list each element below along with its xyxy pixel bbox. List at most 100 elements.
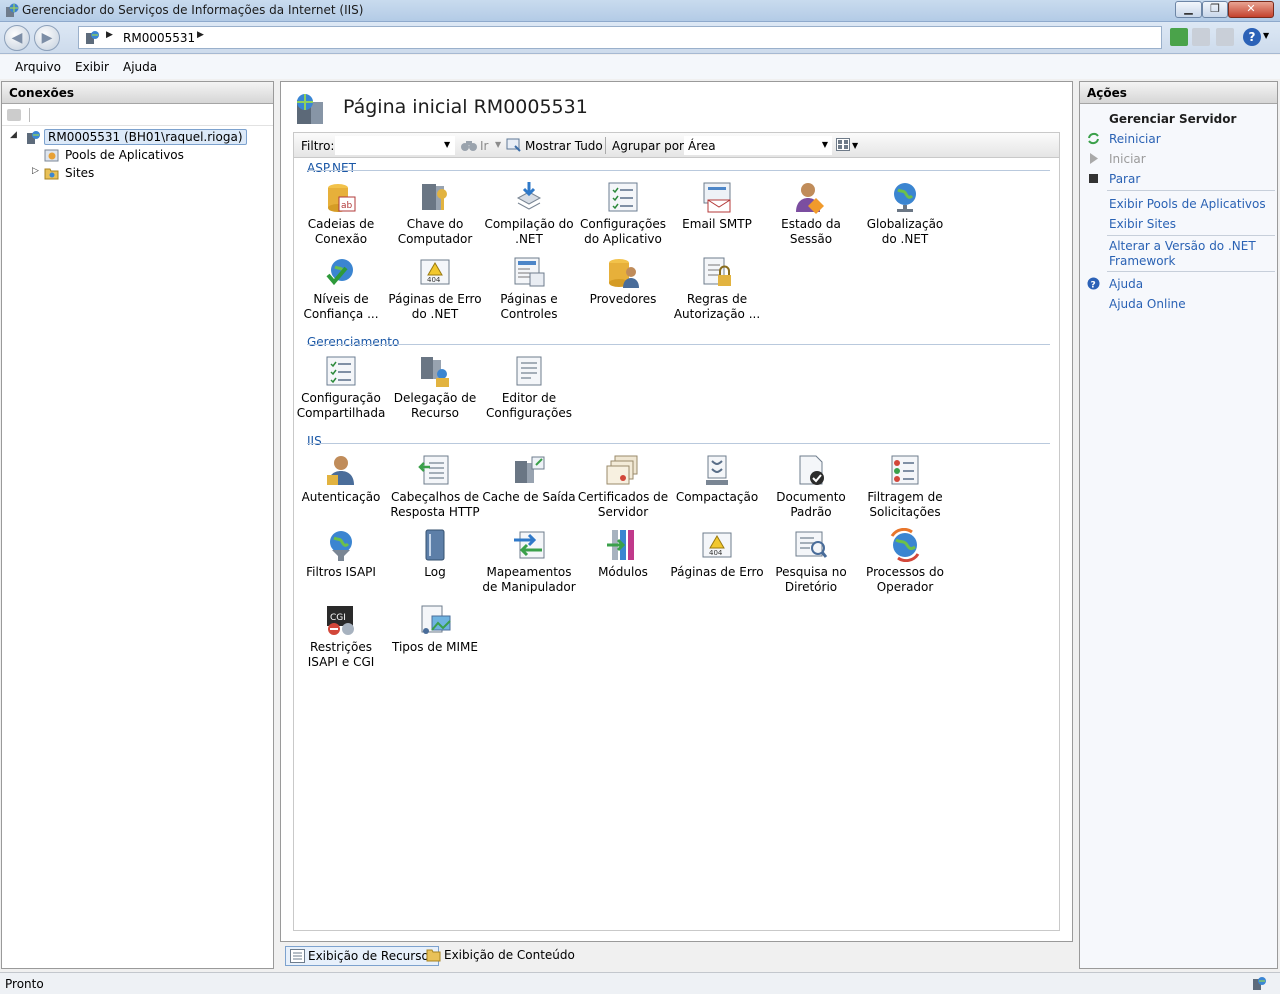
feature-modules[interactable]: Módulos bbox=[576, 528, 670, 580]
group-header-management[interactable]: Gerenciamento bbox=[307, 335, 399, 349]
connect-icon[interactable] bbox=[7, 109, 21, 121]
actions-divider bbox=[1107, 271, 1275, 272]
group-divider bbox=[307, 170, 1050, 171]
feature-smtp-email[interactable]: Email SMTP bbox=[670, 180, 764, 232]
feature-label: Globalização do .NET bbox=[866, 217, 944, 246]
help-online-action[interactable]: Ajuda Online bbox=[1109, 297, 1186, 311]
breadcrumb-separator-icon[interactable]: ▶ bbox=[197, 30, 204, 40]
feature-http-response-headers[interactable]: Cabeçalhos de Resposta HTTP bbox=[388, 453, 482, 520]
feature-label: Configuração Compartilhada bbox=[296, 391, 386, 420]
mime-types-icon bbox=[421, 605, 451, 634]
feature-label: Filtragem de Solicitações bbox=[867, 490, 943, 519]
stop-icon[interactable] bbox=[1192, 28, 1210, 46]
back-button[interactable]: ◀ bbox=[4, 25, 30, 51]
tab-features-view[interactable]: Exibição de Recursos bbox=[285, 946, 440, 966]
feature-logging[interactable]: Log bbox=[388, 528, 482, 580]
content-view-icon bbox=[426, 949, 441, 962]
feature-app-settings[interactable]: Configurações do Aplicativo bbox=[576, 180, 670, 247]
chevron-down-icon[interactable]: ▼ bbox=[822, 140, 828, 149]
feature-mime-types[interactable]: Tipos de MIME bbox=[388, 603, 482, 655]
feature-config-editor[interactable]: Editor de Configurações bbox=[482, 354, 576, 421]
feature-label: Cabeçalhos de Resposta HTTP bbox=[390, 490, 480, 519]
expand-icon[interactable]: ▷ bbox=[32, 166, 39, 176]
chevron-down-icon[interactable]: ▼ bbox=[444, 140, 450, 149]
feature-net-error-pages[interactable]: 404 Páginas de Erro do .NET bbox=[388, 255, 482, 322]
feature-worker-processes[interactable]: Processos do Operador bbox=[858, 528, 952, 595]
tree-item-server[interactable]: ◢ RM0005531 (BH01\raquel.rioga) bbox=[10, 129, 247, 147]
restart-action[interactable]: Reiniciar bbox=[1109, 132, 1161, 146]
tab-content-view[interactable]: Exibição de Conteúdo bbox=[422, 946, 578, 966]
feature-trust-levels[interactable]: Níveis de Confiança ... bbox=[294, 255, 388, 322]
feature-label: Compilação do .NET bbox=[484, 217, 574, 246]
svg-text:CGI: CGI bbox=[330, 613, 346, 623]
feature-compression[interactable]: Compactação bbox=[670, 453, 764, 505]
feature-authorization-rules[interactable]: Regras de Autorização ... bbox=[670, 255, 764, 322]
breadcrumb-separator-icon[interactable]: ▶ bbox=[106, 30, 113, 40]
chevron-down-icon[interactable]: ▼ bbox=[495, 140, 501, 149]
show-all-button[interactable]: Mostrar Tudo bbox=[525, 139, 603, 153]
feature-connection-strings[interactable]: ab Cadeias de Conexão bbox=[294, 180, 388, 247]
feature-net-compilation[interactable]: Compilação do .NET bbox=[482, 180, 576, 247]
home-icon[interactable] bbox=[1216, 28, 1234, 46]
view-app-pools-action[interactable]: Exibir Pools de Aplicativos bbox=[1109, 197, 1266, 211]
actions-divider bbox=[1107, 235, 1275, 236]
menu-ajuda[interactable]: Ajuda bbox=[123, 60, 157, 74]
view-sites-action[interactable]: Exibir Sites bbox=[1109, 217, 1176, 231]
compression-icon bbox=[706, 455, 728, 485]
tree-label-sites[interactable]: Sites bbox=[65, 166, 94, 180]
chevron-down-icon[interactable]: ▼ bbox=[852, 141, 858, 150]
feature-delegation[interactable]: Delegação de Recurso bbox=[388, 354, 482, 421]
app-pools-icon bbox=[44, 149, 59, 162]
change-net-version-action[interactable]: Alterar a Versão do .NET Framework bbox=[1109, 239, 1259, 269]
feature-net-globalization[interactable]: Globalização do .NET bbox=[858, 180, 952, 247]
close-button[interactable]: ✕ bbox=[1228, 1, 1274, 18]
feature-label: Certificados de Servidor bbox=[577, 490, 669, 519]
group-header-iis[interactable]: IIS bbox=[307, 434, 322, 448]
address-field[interactable]: ▶ RM0005531 ▶ bbox=[78, 26, 1162, 49]
feature-server-certificates[interactable]: Certificados de Servidor bbox=[576, 453, 670, 520]
feature-isapi-cgi-restrictions[interactable]: CGI Restrições ISAPI e CGI bbox=[294, 603, 388, 670]
menu-exibir[interactable]: Exibir bbox=[75, 60, 109, 74]
feature-default-document[interactable]: Documento Padrão bbox=[764, 453, 858, 520]
start-action[interactable]: Iniciar bbox=[1109, 152, 1146, 166]
go-button[interactable]: Ir bbox=[480, 139, 488, 153]
collapse-icon[interactable]: ◢ bbox=[10, 130, 17, 140]
menu-arquivo[interactable]: Arquivo bbox=[15, 60, 61, 74]
feature-label: Páginas de Erro bbox=[670, 565, 764, 579]
group-header-aspnet[interactable]: ASP.NET bbox=[307, 161, 356, 175]
feature-shared-config[interactable]: Configuração Compartilhada bbox=[294, 354, 388, 421]
minimize-button[interactable]: ▁ bbox=[1175, 1, 1202, 18]
feature-request-filtering[interactable]: Filtragem de Solicitações bbox=[858, 453, 952, 520]
stop-action[interactable]: Parar bbox=[1109, 172, 1140, 186]
feature-directory-browsing[interactable]: Pesquisa no Diretório bbox=[764, 528, 858, 595]
menu-bar: Arquivo Exibir Ajuda bbox=[0, 55, 1280, 79]
refresh-icon[interactable] bbox=[1170, 28, 1188, 46]
filter-input[interactable] bbox=[335, 136, 455, 155]
iis-manager-icon bbox=[6, 3, 19, 17]
feature-providers[interactable]: Provedores bbox=[576, 255, 670, 307]
help-action[interactable]: Ajuda bbox=[1109, 277, 1143, 291]
feature-session-state[interactable]: Estado da Sessão bbox=[764, 180, 858, 247]
feature-machine-key[interactable]: Chave do Computador bbox=[388, 180, 482, 247]
feature-label: Configurações do Aplicativo bbox=[580, 217, 666, 246]
connections-panel: Conexões ◢ RM0005531 (BH01\raquel.rioga)… bbox=[1, 81, 274, 969]
server-home-icon bbox=[297, 94, 323, 124]
chevron-down-icon[interactable]: ▼ bbox=[1263, 31, 1269, 40]
feature-isapi-filters[interactable]: Filtros ISAPI bbox=[294, 528, 388, 580]
help-icon[interactable]: ? bbox=[1243, 28, 1261, 46]
feature-error-pages[interactable]: 404 Páginas de Erro bbox=[670, 528, 764, 580]
tab-label: Exibição de Recursos bbox=[308, 949, 436, 963]
feature-output-cache[interactable]: Cache de Saída bbox=[482, 453, 576, 505]
feature-handler-mappings[interactable]: Mapeamentos de Manipulador bbox=[482, 528, 576, 595]
tree-label-server[interactable]: RM0005531 (BH01\raquel.rioga) bbox=[44, 129, 247, 145]
maximize-button[interactable]: ❐ bbox=[1202, 1, 1228, 18]
feature-authentication[interactable]: Autenticação bbox=[294, 453, 388, 505]
group-by-select[interactable]: Área ▼ bbox=[684, 136, 832, 155]
show-all-icon[interactable] bbox=[506, 138, 522, 153]
view-mode-icon[interactable] bbox=[836, 138, 850, 151]
feature-pages-controls[interactable]: Páginas e Controles bbox=[482, 255, 576, 322]
forward-button[interactable]: ▶ bbox=[34, 25, 60, 51]
breadcrumb-server[interactable]: RM0005531 bbox=[123, 31, 195, 45]
tree-label-pools[interactable]: Pools de Aplicativos bbox=[65, 148, 184, 162]
binoculars-icon[interactable] bbox=[460, 138, 478, 152]
